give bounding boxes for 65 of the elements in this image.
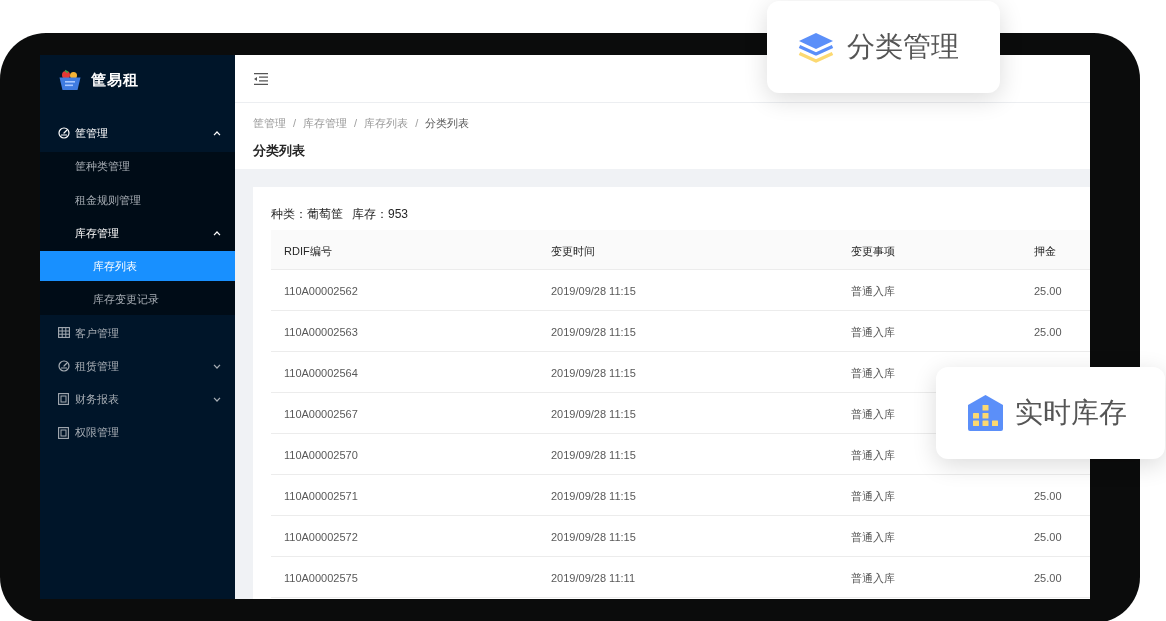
basket-logo-icon [58, 69, 82, 91]
table-cell: 普通入库 [851, 449, 895, 461]
table-cell: 普通入库 [851, 490, 895, 502]
callout-label: 分类管理 [847, 30, 959, 64]
app-name: 筐易租 [91, 69, 139, 90]
table-cell: 2019/09/28 11:15 [551, 408, 636, 420]
breadcrumb-separator: / [293, 115, 297, 131]
table-cell: 25.00 [1034, 285, 1062, 297]
table-cell: 110A00002563 [284, 326, 358, 338]
caret-icon [213, 230, 221, 236]
table-icon [58, 327, 70, 339]
dashboard-icon [58, 127, 70, 140]
table-cell: 普通入库 [851, 572, 895, 584]
document-icon [58, 426, 69, 439]
table-cell: 普通入库 [851, 408, 895, 420]
breadcrumb-separator: / [415, 115, 419, 131]
page-title: 分类列表 [253, 142, 305, 160]
table-cell: 110A00002575 [284, 572, 358, 584]
table-cell: 2019/09/28 11:15 [551, 449, 636, 461]
table-cell: 2019/09/28 11:15 [551, 531, 636, 543]
column-header: 变更事项 [851, 244, 895, 257]
breadcrumb-separator: / [354, 115, 358, 131]
table-cell: 110A00002562 [284, 285, 358, 297]
table-cell: 2019/09/28 11:11 [551, 572, 635, 584]
caret-icon [213, 363, 221, 369]
menu-fold-icon[interactable] [254, 72, 268, 85]
table-cell: 25.00 [1034, 326, 1062, 338]
menu-item[interactable]: 库存管理 [40, 218, 235, 248]
summary-text: 种类：葡萄筐 [271, 206, 343, 223]
table-cell: 普通入库 [851, 367, 895, 379]
dashboard-icon [58, 360, 70, 372]
menu-item[interactable]: 租金规则管理 [40, 184, 235, 215]
layers-icon [797, 31, 835, 63]
column-header: 变更时间 [551, 244, 595, 257]
table-cell: 110A00002572 [284, 531, 358, 543]
table-cell: 普通入库 [851, 531, 895, 543]
menu-item[interactable]: 筐种类管理 [40, 151, 235, 182]
menu-item[interactable]: 客户管理 [40, 317, 235, 348]
caret-icon [213, 396, 221, 402]
table-cell: 2019/09/28 11:15 [551, 285, 636, 297]
table-cell: 110A00002567 [284, 408, 358, 420]
house-icon [968, 395, 1003, 431]
menu-item[interactable]: 筐管理 [40, 118, 235, 149]
menu-item[interactable]: 财务报表 [40, 384, 235, 415]
table-cell: 25.00 [1034, 490, 1062, 502]
column-header: 押金 [1034, 244, 1056, 257]
table-cell: 110A00002571 [284, 490, 358, 502]
table-cell: 25.00 [1034, 572, 1062, 584]
callout-label: 实时库存 [1015, 396, 1127, 430]
table-cell: 25.00 [1034, 531, 1062, 543]
table-cell: 2019/09/28 11:15 [551, 326, 636, 338]
table-cell: 普通入库 [851, 285, 895, 297]
summary-text: 库存：953 [352, 206, 409, 223]
table-cell: 2019/09/28 11:15 [551, 367, 636, 379]
breadcrumb-current-page: 分类列表 [425, 115, 470, 131]
caret-icon [213, 130, 221, 136]
table-cell: 普通入库 [851, 326, 895, 338]
menu-item[interactable]: 库存变更记录 [40, 284, 235, 315]
table-cell: 110A00002570 [284, 449, 358, 461]
document-icon [58, 393, 69, 406]
menu-item[interactable]: 权限管理 [40, 417, 235, 448]
table-cell: 2019/09/28 11:15 [551, 490, 636, 502]
table-cell: 110A00002564 [284, 367, 358, 379]
menu-item[interactable]: 租赁管理 [40, 351, 235, 381]
column-header: RDIF编号 [284, 244, 332, 257]
